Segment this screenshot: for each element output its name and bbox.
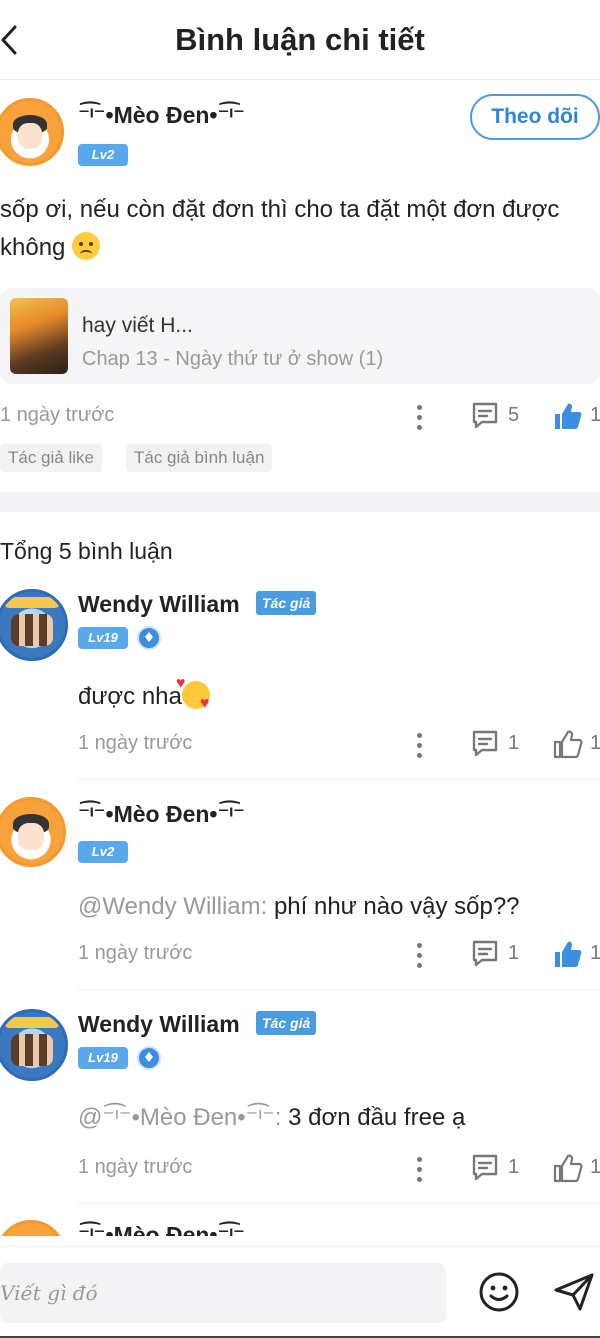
- reply-item: Wendy William Tác giả Lv19 @⁻͡ᶦ⁻•Mèo Đen…: [0, 1005, 600, 1204]
- separator: [78, 1203, 600, 1204]
- level-badge: Lv19: [78, 627, 128, 649]
- tag-author-liked: Tác giả like: [0, 444, 102, 472]
- reply-count: 1: [508, 732, 520, 754]
- separator: [78, 779, 600, 780]
- mention[interactable]: @Wendy William:: [78, 893, 267, 920]
- reply-count: 5: [508, 404, 520, 426]
- main-comment: ⁻͡ᶦ⁻•Mèo Đen•⁻͡ᶦ⁻ Lv2 Theo dõi sốp ơi, n…: [0, 80, 600, 492]
- reply-body: 3 đơn đầu free ạ: [281, 1104, 466, 1131]
- separator: [78, 989, 600, 990]
- chapter-subtitle: Chap 13 - Ngày thứ tư ở show (1): [82, 348, 384, 370]
- reply-body: được nha: [78, 683, 182, 710]
- sad-face-icon: [72, 232, 101, 260]
- timestamp: 1 ngày trước: [78, 942, 193, 964]
- like-count: 1: [590, 732, 600, 754]
- reply-item: ⁻͡ᶦ⁻•Mèo Đen•⁻͡ᶦ⁻ Lv2 @Wendy William: ph…: [0, 793, 600, 990]
- follow-button[interactable]: Theo dõi: [470, 94, 600, 140]
- like-count: 1: [590, 1156, 600, 1178]
- comment-icon[interactable]: [470, 938, 500, 968]
- heart-eyes-icon: [176, 675, 210, 713]
- username[interactable]: Wendy William: [78, 1011, 240, 1038]
- comment-meta: 1 ngày trước 5 1: [0, 398, 600, 438]
- comment-input-bar: [0, 1246, 600, 1338]
- more-options-icon[interactable]: [414, 940, 424, 970]
- author-badge: Tác giả: [256, 1011, 317, 1035]
- page-title: Bình luận chi tiết: [175, 22, 425, 57]
- more-options-icon[interactable]: [414, 402, 424, 432]
- mention[interactable]: @⁻͡ᶦ⁻•Mèo Đen•⁻͡ᶦ⁻:: [78, 1104, 281, 1131]
- level-badge: Lv2: [78, 144, 128, 166]
- username[interactable]: ⁻͡ᶦ⁻•Mèo Đen•⁻͡ᶦ⁻: [78, 801, 245, 828]
- chapter-card[interactable]: hay viết H... Chap 13 - Ngày thứ tư ở sh…: [0, 288, 600, 384]
- avatar[interactable]: [0, 797, 66, 867]
- reply-count: 1: [508, 942, 520, 964]
- comment-input[interactable]: [0, 1263, 446, 1323]
- reply-item-partial: ⁻͡ᶦ⁻•Mèo Đen•⁻͡ᶦ⁻: [0, 1216, 600, 1236]
- reply-meta: 1 ngày trước 1 1: [0, 936, 600, 976]
- more-options-icon[interactable]: [414, 1154, 424, 1184]
- chapter-title: hay viết H...: [82, 314, 193, 337]
- send-icon[interactable]: [552, 1271, 596, 1313]
- username[interactable]: ⁻͡ᶦ⁻•Mèo Đen•⁻͡ᶦ⁻: [78, 1222, 245, 1236]
- reply-meta: 1 ngày trước 1 1: [0, 1150, 600, 1190]
- avatar[interactable]: [0, 98, 64, 166]
- timestamp: 1 ngày trước: [0, 404, 115, 426]
- emoji-icon[interactable]: [478, 1271, 520, 1313]
- like-count: 1: [590, 404, 600, 426]
- comment-text: sốp ơi, nếu còn đặt đơn thì cho ta đặt m…: [0, 191, 600, 267]
- tag-author-commented: Tác giả bình luận: [126, 444, 273, 472]
- thumbs-up-filled-icon[interactable]: [552, 938, 584, 970]
- username[interactable]: ⁻͡ᶦ⁻•Mèo Đen•⁻͡ᶦ⁻: [78, 102, 245, 129]
- header: Bình luận chi tiết: [0, 0, 600, 80]
- reply-text: @⁻͡ᶦ⁻•Mèo Đen•⁻͡ᶦ⁻: 3 đơn đầu free ạ: [78, 1103, 465, 1132]
- reply-text: @Wendy William: phí như nào vậy sốp??: [78, 893, 520, 921]
- section-divider: [0, 492, 600, 512]
- level-badge: Lv2: [78, 841, 128, 863]
- thumbs-up-outline-icon[interactable]: [552, 728, 584, 760]
- diamond-icon: [137, 1046, 161, 1070]
- comment-icon[interactable]: [470, 1152, 500, 1182]
- reply-item: Wendy William Tác giả Lv19 được nha 1 ng…: [0, 585, 600, 781]
- reply-text: được nha: [78, 675, 210, 713]
- avatar[interactable]: [0, 1220, 66, 1236]
- timestamp: 1 ngày trước: [78, 732, 193, 754]
- comment-icon[interactable]: [470, 400, 500, 430]
- author-badge: Tác giả: [256, 591, 317, 615]
- more-options-icon[interactable]: [414, 730, 424, 760]
- timestamp: 1 ngày trước: [78, 1156, 193, 1178]
- total-comments: Tổng 5 bình luận: [0, 538, 173, 564]
- thumbs-up-filled-icon[interactable]: [552, 400, 584, 432]
- comment-input-container: [0, 1263, 446, 1323]
- reply-count: 1: [508, 1156, 520, 1178]
- comment-icon[interactable]: [470, 728, 500, 758]
- reply-meta: 1 ngày trước 1 1: [0, 726, 600, 766]
- reply-body: phí như nào vậy sốp??: [267, 893, 520, 920]
- username[interactable]: Wendy William: [78, 591, 240, 618]
- avatar[interactable]: [0, 1009, 68, 1081]
- level-badge: Lv19: [78, 1047, 128, 1069]
- avatar[interactable]: [0, 589, 68, 661]
- chapter-thumbnail: [10, 298, 68, 374]
- thumbs-up-outline-icon[interactable]: [552, 1152, 584, 1184]
- like-count: 1: [590, 942, 600, 964]
- diamond-icon: [137, 626, 161, 650]
